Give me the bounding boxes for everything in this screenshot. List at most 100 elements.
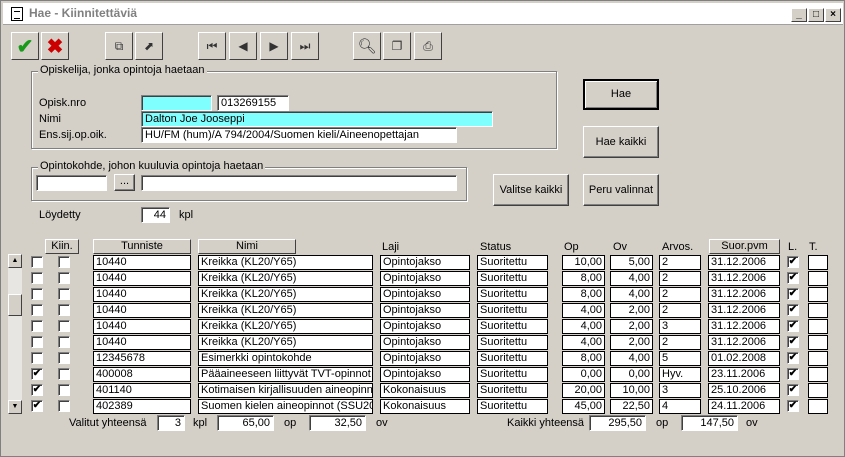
tunniste-cell[interactable]: 401140 bbox=[93, 383, 191, 398]
browse-button[interactable]: ... bbox=[114, 174, 135, 191]
kiin-checkbox[interactable] bbox=[58, 288, 70, 300]
t-cell[interactable] bbox=[808, 367, 828, 382]
op-cell[interactable]: 4,00 bbox=[562, 335, 605, 350]
select-checkbox[interactable]: ✔ bbox=[31, 368, 43, 380]
ov-cell[interactable]: 22,50 bbox=[610, 399, 653, 414]
print-icon[interactable]: ⎙ bbox=[414, 32, 442, 60]
restore-icon[interactable]: ⧉ bbox=[105, 32, 133, 60]
t-cell[interactable] bbox=[808, 303, 828, 318]
ov-cell[interactable]: 4,00 bbox=[610, 287, 653, 302]
nimi-cell[interactable]: Kreikka (KL20/Y65) bbox=[198, 335, 373, 350]
l-checkbox[interactable]: ✔ bbox=[787, 368, 799, 380]
ov-cell[interactable]: 5,00 bbox=[610, 255, 653, 270]
search-magnifier-icon[interactable]: 🔍︎ bbox=[353, 32, 381, 60]
last-record-icon[interactable]: ⏭ bbox=[291, 32, 319, 60]
ov-cell[interactable]: 0,00 bbox=[610, 367, 653, 382]
kiin-checkbox[interactable] bbox=[58, 336, 70, 348]
tunniste-cell[interactable]: 10440 bbox=[93, 271, 191, 286]
select-checkbox[interactable] bbox=[31, 304, 43, 316]
status-cell[interactable]: Suoritettu bbox=[477, 255, 548, 270]
nimi-cell[interactable]: Kreikka (KL20/Y65) bbox=[198, 287, 373, 302]
l-checkbox[interactable]: ✔ bbox=[787, 336, 799, 348]
laji-cell[interactable]: Kokonaisuus bbox=[380, 383, 470, 398]
laji-cell[interactable]: Opintojakso bbox=[380, 319, 470, 334]
cancel-x-icon[interactable]: ✖ bbox=[41, 32, 69, 60]
laji-cell[interactable]: Opintojakso bbox=[380, 271, 470, 286]
student-number-input[interactable] bbox=[141, 95, 212, 111]
kiin-checkbox[interactable] bbox=[58, 384, 70, 396]
select-checkbox[interactable] bbox=[31, 288, 43, 300]
kiin-column-header[interactable]: Kiin. bbox=[45, 239, 79, 254]
arvos-cell[interactable]: 3 bbox=[659, 319, 701, 334]
l-checkbox[interactable]: ✔ bbox=[787, 288, 799, 300]
tunniste-cell[interactable]: 10440 bbox=[93, 319, 191, 334]
suor-pvm-cell[interactable]: 31.12.2006 bbox=[708, 287, 780, 302]
laji-cell[interactable]: Opintojakso bbox=[380, 303, 470, 318]
tunniste-cell[interactable]: 400008 bbox=[93, 367, 191, 382]
tunniste-cell[interactable]: 10440 bbox=[93, 255, 191, 270]
course-code-input[interactable] bbox=[36, 175, 107, 191]
status-cell[interactable]: Suoritettu bbox=[477, 287, 548, 302]
op-cell[interactable]: 4,00 bbox=[562, 319, 605, 334]
arvos-cell[interactable]: 2 bbox=[659, 271, 701, 286]
hae-button[interactable]: Hae bbox=[583, 79, 659, 110]
status-cell[interactable]: Suoritettu bbox=[477, 383, 548, 398]
ov-cell[interactable]: 10,00 bbox=[610, 383, 653, 398]
select-checkbox[interactable] bbox=[31, 272, 43, 284]
nimi-cell[interactable]: Pääaineeseen liittyvät TVT-opinnot ( bbox=[198, 367, 373, 382]
scroll-thumb[interactable] bbox=[8, 294, 22, 316]
t-cell[interactable] bbox=[808, 351, 828, 366]
ov-cell[interactable]: 4,00 bbox=[610, 271, 653, 286]
nimi-cell[interactable]: Kreikka (KL20/Y65) bbox=[198, 319, 373, 334]
arvos-cell[interactable]: 2 bbox=[659, 335, 701, 350]
select-checkbox[interactable]: ✔ bbox=[31, 400, 43, 412]
select-checkbox[interactable] bbox=[31, 256, 43, 268]
suor-pvm-cell[interactable]: 31.12.2006 bbox=[708, 303, 780, 318]
course-name-field[interactable] bbox=[141, 175, 457, 191]
close-icon[interactable]: × bbox=[825, 8, 841, 22]
accept-check-icon[interactable]: ✔ bbox=[11, 32, 39, 60]
copy-icon[interactable]: ❐ bbox=[383, 32, 411, 60]
previous-record-icon[interactable]: ◀ bbox=[229, 32, 257, 60]
nimi-column-header[interactable]: Nimi bbox=[198, 239, 296, 254]
select-checkbox[interactable]: ✔ bbox=[31, 384, 43, 396]
suor-pvm-cell[interactable]: 25.10.2006 bbox=[708, 383, 780, 398]
op-cell[interactable]: 4,00 bbox=[562, 303, 605, 318]
laji-cell[interactable]: Opintojakso bbox=[380, 367, 470, 382]
nimi-cell[interactable]: Kotimaisen kirjallisuuden aineopinno bbox=[198, 383, 373, 398]
op-cell[interactable]: 10,00 bbox=[562, 255, 605, 270]
nimi-cell[interactable]: Esimerkki opintokohde bbox=[198, 351, 373, 366]
arvos-cell[interactable]: 5 bbox=[659, 351, 701, 366]
open-arrow-icon[interactable]: ⬈ bbox=[135, 32, 163, 60]
nimi-cell[interactable]: Kreikka (KL20/Y65) bbox=[198, 255, 373, 270]
l-checkbox[interactable]: ✔ bbox=[787, 256, 799, 268]
select-checkbox[interactable] bbox=[31, 336, 43, 348]
suor-pvm-cell[interactable]: 01.02.2008 bbox=[708, 351, 780, 366]
student-name-field[interactable]: Dalton Joe Jooseppi bbox=[141, 111, 493, 127]
suor-pvm-cell[interactable]: 31.12.2006 bbox=[708, 335, 780, 350]
grid-scrollbar[interactable]: ▲ ▼ bbox=[8, 254, 22, 414]
status-cell[interactable]: Suoritettu bbox=[477, 351, 548, 366]
minimize-icon[interactable]: _ bbox=[791, 8, 807, 22]
nimi-cell[interactable]: Kreikka (KL20/Y65) bbox=[198, 271, 373, 286]
suor-pvm-cell[interactable]: 23.11.2006 bbox=[708, 367, 780, 382]
t-cell[interactable] bbox=[808, 319, 828, 334]
status-cell[interactable]: Suoritettu bbox=[477, 271, 548, 286]
op-cell[interactable]: 45,00 bbox=[562, 399, 605, 414]
l-checkbox[interactable]: ✔ bbox=[787, 400, 799, 412]
op-cell[interactable]: 0,00 bbox=[562, 367, 605, 382]
kiin-checkbox[interactable] bbox=[58, 352, 70, 364]
laji-cell[interactable]: Opintojakso bbox=[380, 351, 470, 366]
status-cell[interactable]: Suoritettu bbox=[477, 319, 548, 334]
valitse-kaikki-button[interactable]: Valitse kaikki bbox=[493, 174, 569, 206]
t-cell[interactable] bbox=[808, 399, 828, 414]
l-checkbox[interactable]: ✔ bbox=[787, 272, 799, 284]
kiin-checkbox[interactable] bbox=[58, 320, 70, 332]
ov-cell[interactable]: 4,00 bbox=[610, 351, 653, 366]
study-right-field[interactable]: HU/FM (hum)/A 794/2004/Suomen kieli/Aine… bbox=[141, 127, 457, 143]
tunniste-cell[interactable]: 10440 bbox=[93, 335, 191, 350]
hae-kaikki-button[interactable]: Hae kaikki bbox=[583, 126, 659, 158]
tunniste-column-header[interactable]: Tunniste bbox=[93, 239, 191, 254]
arvos-cell[interactable]: 2 bbox=[659, 303, 701, 318]
scroll-up-icon[interactable]: ▲ bbox=[8, 254, 22, 268]
